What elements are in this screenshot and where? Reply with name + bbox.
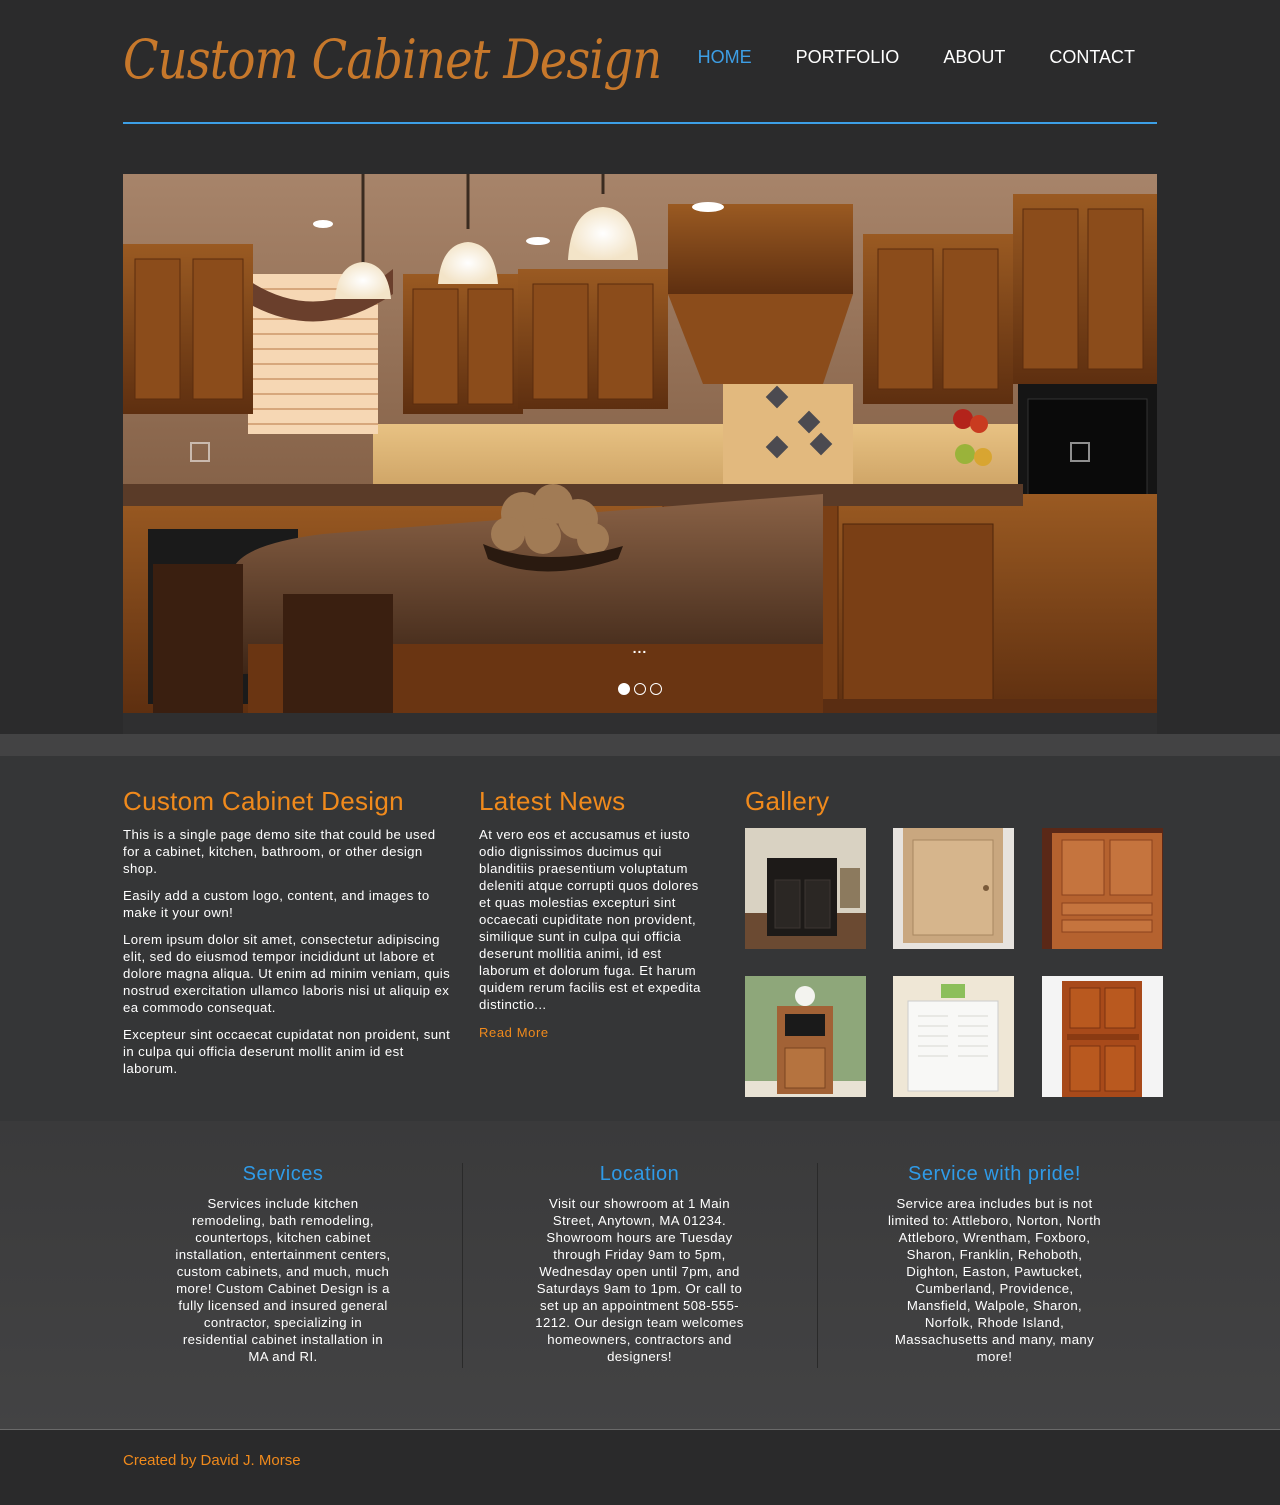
slider-next-button[interactable] bbox=[1070, 442, 1090, 462]
location-column: Location Visit our showroom at 1 Main St… bbox=[522, 1161, 757, 1365]
cabinet-image bbox=[893, 828, 1014, 949]
services-column: Services Services include kitchen remode… bbox=[163, 1161, 403, 1365]
about-paragraph: Easily add a custom logo, content, and i… bbox=[123, 888, 430, 920]
slider-dot-3[interactable] bbox=[650, 683, 662, 695]
footer-credit: Created by David J. Morse bbox=[123, 1452, 301, 1469]
slider-pagination bbox=[123, 683, 1157, 695]
section-separator bbox=[0, 734, 1280, 756]
about-title: Custom Cabinet Design bbox=[123, 786, 404, 816]
cabinet-image bbox=[745, 976, 866, 1097]
about-paragraph: Lorem ipsum dolor sit amet, consectetur … bbox=[123, 932, 451, 1015]
news-text: At vero eos et accusamus et iusto odio d… bbox=[479, 827, 701, 1012]
column-divider bbox=[817, 1163, 818, 1368]
cabinet-image bbox=[893, 976, 1014, 1097]
nav-portfolio[interactable]: PORTFOLIO bbox=[796, 46, 900, 68]
slider-dot-1[interactable] bbox=[618, 683, 630, 695]
gallery-thumb[interactable] bbox=[1042, 828, 1163, 949]
gallery-title: Gallery bbox=[745, 786, 830, 816]
cabinet-image bbox=[745, 828, 866, 949]
about-paragraph: This is a single page demo site that cou… bbox=[123, 827, 436, 876]
info-section: Services Services include kitchen remode… bbox=[0, 1121, 1280, 1429]
cabinet-image bbox=[1042, 976, 1163, 1097]
header-divider bbox=[123, 122, 1157, 124]
services-title: Services bbox=[242, 1163, 324, 1185]
about-text: This is a single page demo site that cou… bbox=[123, 826, 453, 1087]
pride-text: Service area includes but is not limited… bbox=[887, 1196, 1102, 1364]
main-nav: HOME PORTFOLIO ABOUT CONTACT bbox=[654, 46, 1135, 68]
location-title: Location bbox=[599, 1163, 680, 1185]
nav-contact[interactable]: CONTACT bbox=[1049, 46, 1135, 68]
pride-title: Service with pride! bbox=[908, 1163, 1081, 1185]
nav-home[interactable]: HOME bbox=[698, 46, 752, 68]
news-title: Latest News bbox=[479, 786, 626, 816]
site-logo[interactable]: Custom Cabinet Design bbox=[123, 20, 662, 100]
location-text: Visit our showroom at 1 Main Street, Any… bbox=[535, 1196, 744, 1364]
gallery-thumb[interactable] bbox=[745, 828, 866, 949]
about-paragraph: Excepteur sint occaecat cupidatat non pr… bbox=[123, 1027, 451, 1076]
pride-column: Service with pride! Service area include… bbox=[877, 1161, 1112, 1365]
slider-caption: ... bbox=[632, 640, 648, 656]
gallery-thumb[interactable] bbox=[893, 976, 1014, 1097]
slider-dot-2[interactable] bbox=[634, 683, 646, 695]
slider-shadow bbox=[123, 713, 1157, 734]
slider-prev-button[interactable] bbox=[190, 442, 210, 462]
services-text: Services include kitchen remodeling, bat… bbox=[175, 1196, 391, 1364]
hero-slider[interactable]: ... bbox=[123, 174, 1157, 713]
gallery-thumb[interactable] bbox=[1042, 976, 1163, 1097]
cabinet-image bbox=[1042, 828, 1163, 949]
site-footer: Created by David J. Morse bbox=[0, 1429, 1280, 1505]
column-divider bbox=[462, 1163, 463, 1368]
main-content: Custom Cabinet Design This is a single p… bbox=[0, 756, 1280, 1121]
kitchen-slide-image bbox=[123, 174, 1157, 713]
nav-about[interactable]: ABOUT bbox=[943, 46, 1005, 68]
gallery-thumb[interactable] bbox=[745, 976, 866, 1097]
gallery-thumb[interactable] bbox=[893, 828, 1014, 949]
read-more-link[interactable]: Read More bbox=[479, 1025, 549, 1040]
